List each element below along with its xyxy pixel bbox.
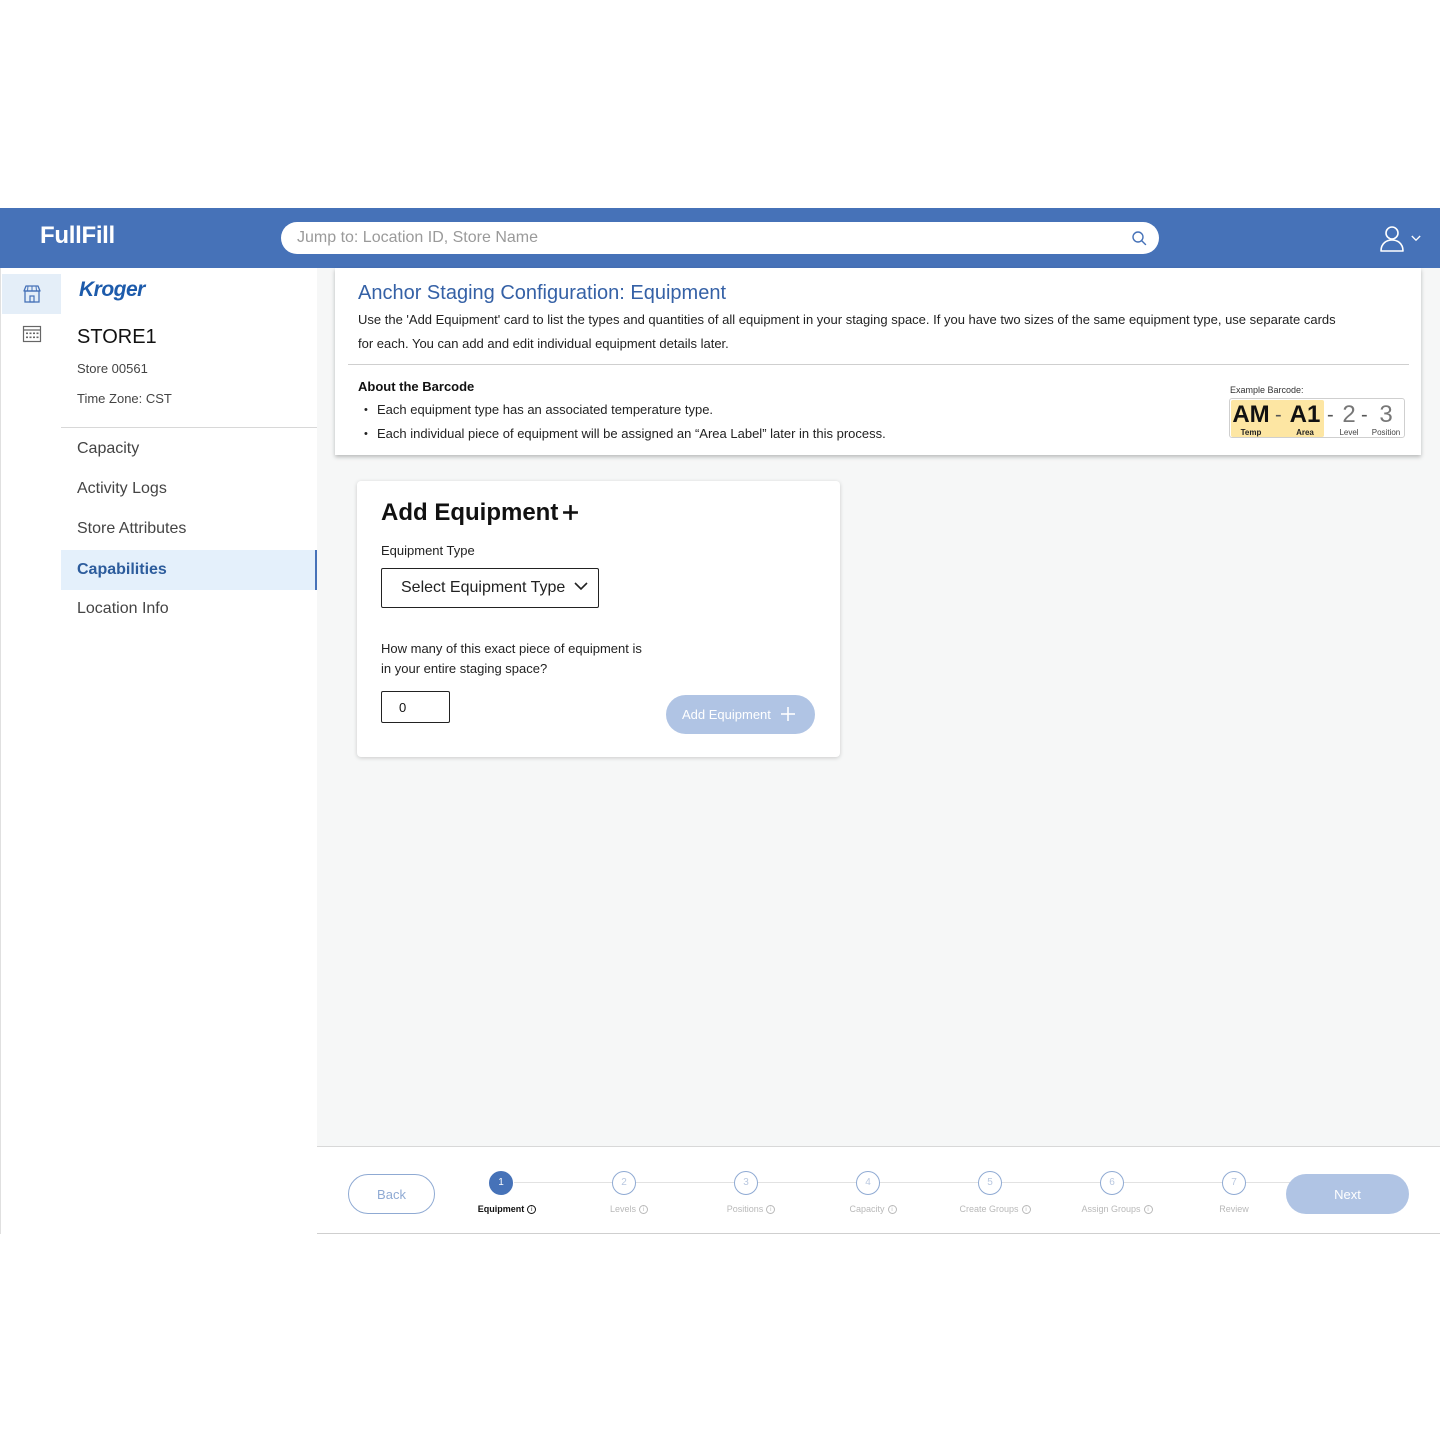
nav-item-store-attributes[interactable]: Store Attributes [61,509,317,549]
barcode-separator: - [1275,404,1282,426]
step-4-label: Capacity i [813,1204,933,1215]
barcode-separator: - [1361,404,1368,426]
nav-item-location-info[interactable]: Location Info [61,589,317,629]
quantity-question: How many of this exact piece of equipmen… [381,641,642,676]
example-barcode: AM Temp - A1 Area - 2 Level - 3 Position [1229,398,1405,438]
barcode-separator: - [1327,404,1334,426]
plus-icon [781,707,795,721]
top-bar: FullFill [0,208,1440,268]
store-sidebar: Kroger STORE1 Store 00561 Time Zone: CST… [61,268,317,1234]
step-7-circle[interactable]: 7 [1222,1171,1246,1195]
search-input[interactable] [297,222,1117,254]
icon-rail [0,268,62,1234]
equipment-type-label: Equipment Type [381,543,475,558]
info-icon[interactable]: i [527,1205,537,1215]
step-2-circle[interactable]: 2 [612,1171,636,1195]
add-equipment-button-label: Add Equipment [682,707,771,722]
add-equipment-button[interactable]: Add Equipment [666,695,815,734]
step-6-label: Assign Groups i [1057,1204,1177,1215]
step-6-circle[interactable]: 6 [1100,1171,1124,1195]
barcode-position: 3 Position [1371,401,1401,438]
step-2-label: Levels i [569,1204,689,1215]
step-1-label: Equipment i [447,1204,567,1215]
info-icon[interactable]: i [766,1205,776,1215]
bullet-item: Each individual piece of equipment will … [358,422,886,446]
add-equipment-card: Add Equipment Equipment Type Select Equi… [357,481,840,757]
info-icon[interactable]: i [887,1205,897,1215]
quantity-input[interactable] [381,691,450,723]
step-4-circle[interactable]: 4 [856,1171,880,1195]
barcode-bullets: Each equipment type has an associated te… [358,398,886,446]
configuration-info-card: Anchor Staging Configuration: Equipment … [335,268,1421,455]
time-zone: Time Zone: CST [77,391,172,406]
example-barcode-label: Example Barcode: [1230,385,1304,395]
search-icon[interactable] [1131,230,1147,246]
user-avatar-icon [1380,226,1404,252]
next-button[interactable]: Next [1286,1174,1409,1214]
barcode-area: A1 Area [1289,401,1321,438]
equipment-type-select[interactable]: Select Equipment Type [381,568,599,608]
nav-item-activity-logs[interactable]: Activity Logs [61,469,317,509]
wizard-footer: Back 1 2 3 4 5 6 7 Equipment i Levels i Po… [317,1146,1440,1233]
barcode-temp: AM Temp [1232,401,1270,438]
equipment-type-value: Select Equipment Type [401,579,566,596]
rail-item-stores[interactable] [2,274,62,314]
kroger-logo: Kroger [79,278,145,301]
nav-item-capacity[interactable]: Capacity [61,429,317,469]
step-1-circle[interactable]: 1 [489,1171,513,1195]
step-7-label: Review [1219,1204,1249,1214]
user-menu[interactable] [1378,222,1426,254]
info-divider [348,364,1409,365]
search-bar[interactable] [281,222,1159,254]
info-icon[interactable]: i [1021,1205,1031,1215]
chevron-down-icon [574,582,588,591]
info-icon[interactable]: i [639,1205,648,1215]
app-window: FullFill Jump to: Location ID, Store Nam… [0,208,1440,1234]
store-number: Store 00561 [77,361,148,376]
page-description: Use the 'Add Equipment' card to list the… [358,312,1336,351]
plus-icon [563,505,578,520]
step-5-label: Create Groups i [935,1204,1055,1215]
info-icon[interactable]: i [1143,1205,1153,1215]
store-name: STORE1 [77,326,157,348]
barcode-level: 2 Level [1339,401,1359,438]
app-brand[interactable]: FullFill [40,222,115,250]
sidebar-divider [61,427,317,428]
rail-item-schedule[interactable] [2,314,62,354]
add-equipment-title: Add Equipment [381,499,559,526]
step-3-circle[interactable]: 3 [734,1171,758,1195]
bullet-item: Each equipment type has an associated te… [358,398,886,422]
step-5-circle[interactable]: 5 [978,1171,1002,1195]
step-3-label: Positions i [691,1204,811,1215]
nav-item-capabilities[interactable]: Capabilities [61,550,317,590]
back-button[interactable]: Back [348,1174,435,1214]
chevron-down-icon [1411,235,1421,242]
about-barcode-title: About the Barcode [358,379,475,394]
calendar-grid-icon [22,325,42,343]
page-title: Anchor Staging Configuration: Equipment [358,282,727,304]
store-icon [23,285,41,303]
